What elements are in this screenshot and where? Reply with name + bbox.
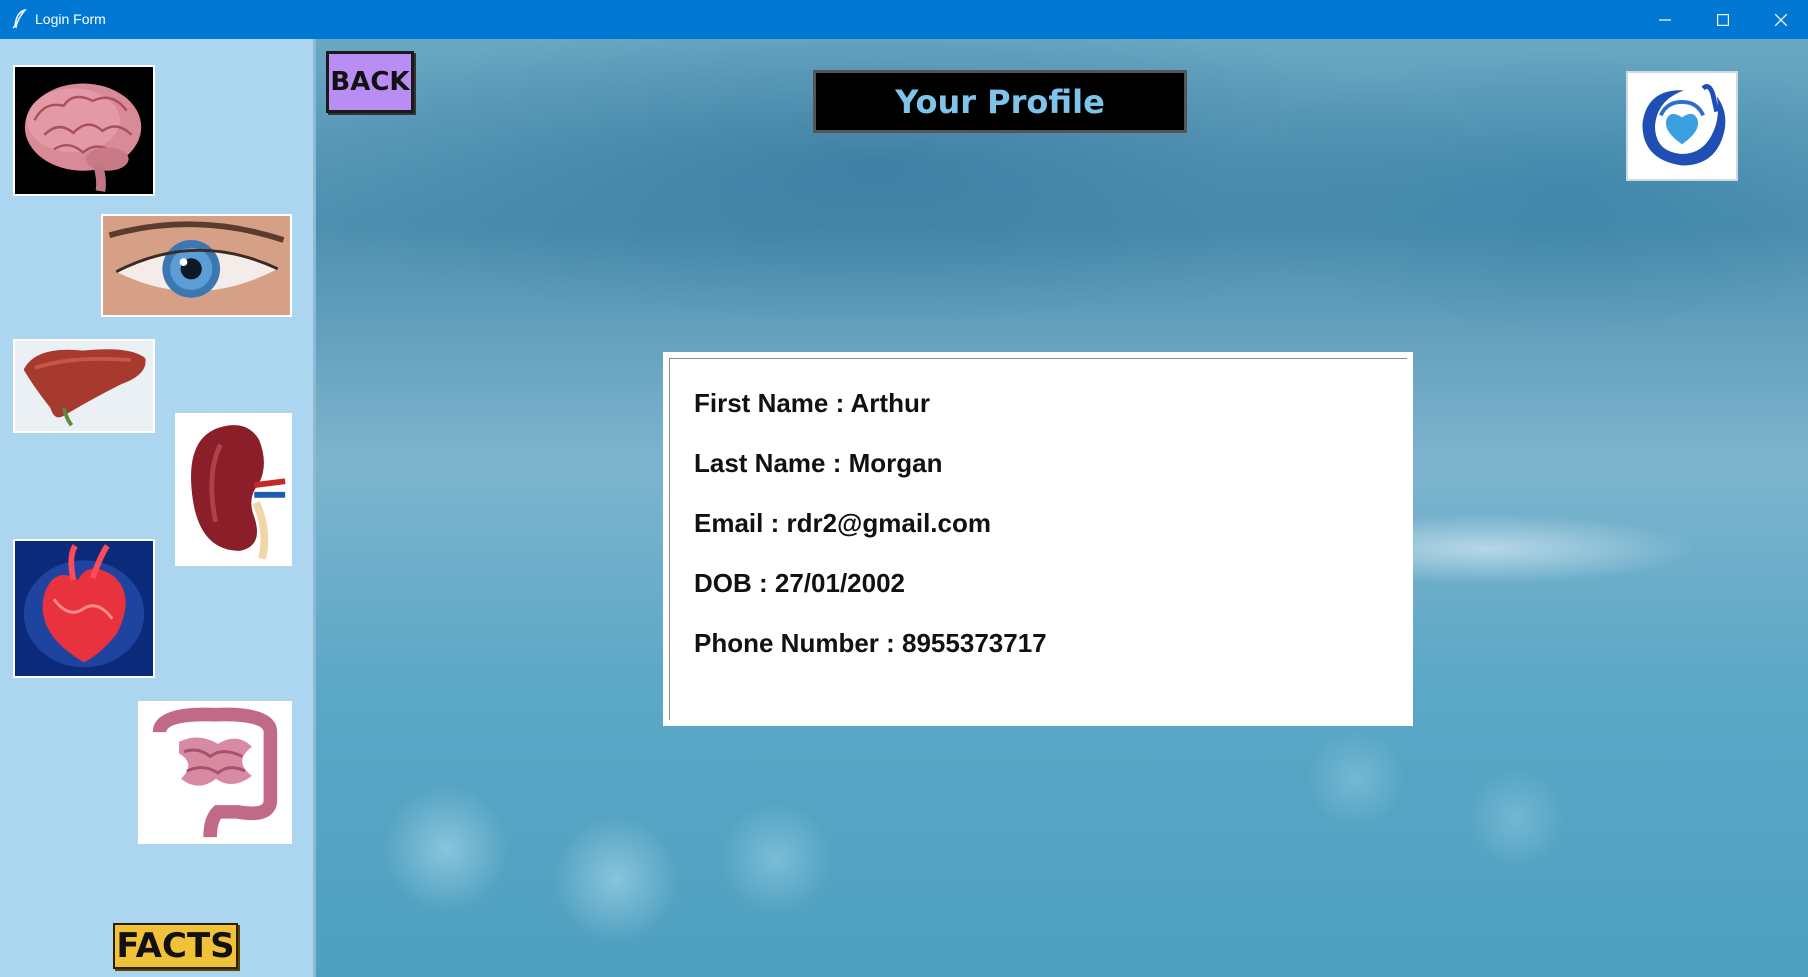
feather-icon: [12, 8, 28, 29]
kidney-image[interactable]: [175, 413, 292, 566]
brain-image[interactable]: [13, 65, 155, 196]
sidebar: FACTS: [0, 39, 313, 977]
heart-image[interactable]: [13, 539, 155, 678]
window-titlebar: Login Form: [0, 0, 1808, 39]
main-panel: BACK Your Profile First Name : Arthur La…: [316, 39, 1808, 977]
maximize-icon: [1717, 13, 1729, 26]
card-frame-top: [669, 358, 1407, 359]
last-name-field: Last Name : Morgan: [694, 448, 943, 478]
first-name-field: First Name : Arthur: [694, 388, 930, 418]
minimize-icon: [1659, 14, 1671, 26]
close-icon: [1775, 13, 1787, 26]
maximize-button[interactable]: [1694, 0, 1752, 39]
eye-image[interactable]: [101, 214, 292, 317]
close-button[interactable]: [1752, 0, 1808, 39]
dob-field: DOB : 27/01/2002: [694, 568, 906, 598]
phone-field: Phone Number : 8955373717: [694, 628, 1047, 658]
window-title: Login Form: [35, 11, 106, 27]
facts-button[interactable]: FACTS: [113, 923, 238, 969]
back-button[interactable]: BACK: [326, 51, 414, 113]
liver-image[interactable]: [13, 339, 155, 433]
email-field: Email : rdr2@gmail.com: [694, 508, 991, 538]
profile-card: First Name : Arthur Last Name : Morgan E…: [663, 352, 1413, 726]
intestines-image[interactable]: [138, 701, 292, 844]
care-logo-icon: [1626, 71, 1738, 181]
minimize-button[interactable]: [1636, 0, 1694, 39]
page-title: Your Profile: [813, 70, 1187, 133]
card-frame-left: [669, 358, 670, 720]
